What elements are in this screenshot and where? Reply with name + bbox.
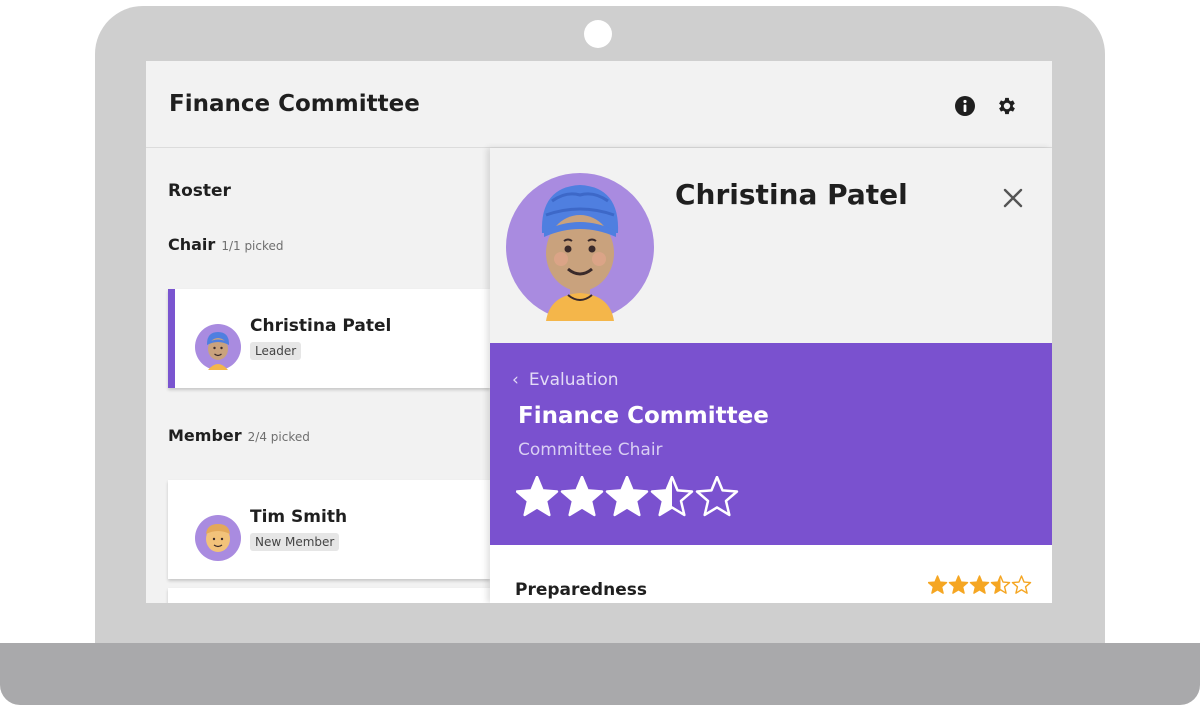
star-4[interactable] [650,476,694,517]
member-role-badge: New Member [250,533,340,551]
group-name: Member [168,426,242,445]
member-card-christina-patel[interactable]: Christina Patel Leader [168,289,490,388]
member-role-badge: Leader [250,342,302,360]
star-1[interactable] [516,476,559,517]
evaluation-header: ‹ Evaluation Finance Committee Committee … [490,343,1052,545]
star-2[interactable] [560,476,604,517]
member-detail-panel: Christina Patel ‹ Evaluation Finance Comm… [490,148,1052,603]
star-4[interactable] [990,575,1011,594]
criterion-label: Preparedness [515,580,647,600]
profile-avatar [506,173,654,321]
criterion-star-rating[interactable] [928,575,1032,597]
member-card-tim-smith[interactable]: Tim Smith New Member [168,480,490,579]
info-icon[interactable] [954,95,976,117]
page-title: Finance Committee [169,91,420,117]
star-2[interactable] [948,575,969,594]
back-label: Evaluation [528,370,619,390]
close-icon[interactable] [1000,185,1026,211]
group-label-member: Member 2/4 picked [168,426,310,445]
roster-panel: Roster Chair 1/1 picked Christina Patel L… [146,148,490,603]
star-3[interactable] [605,476,649,517]
group-label-chair: Chair 1/1 picked [168,235,284,254]
profile-name: Christina Patel [675,178,908,211]
gear-icon[interactable] [996,95,1018,117]
member-name: Tim Smith [250,507,348,527]
webcam [584,20,612,48]
evaluation-committee: Finance Committee [518,403,769,429]
group-name: Chair [168,235,216,254]
back-to-evaluation-link[interactable]: ‹ Evaluation [512,370,619,390]
member-card-partial[interactable] [168,588,490,603]
app-screen: Finance Committee Roster Chair 1/1 picked [146,61,1052,603]
group-pick-count: 2/4 picked [247,430,310,444]
overall-star-rating[interactable] [516,476,746,522]
profile-header: Christina Patel [490,148,1052,343]
star-5[interactable] [695,476,739,517]
member-name: Christina Patel [250,316,392,336]
avatar [195,515,241,561]
evaluation-role: Committee Chair [518,440,663,460]
star-3[interactable] [969,575,990,594]
chevron-left-icon: ‹ [512,370,519,390]
star-5[interactable] [1011,575,1032,594]
laptop-base [0,643,1200,705]
avatar [195,324,241,370]
group-pick-count: 1/1 picked [221,239,284,253]
star-1[interactable] [928,575,948,594]
criterion-row-preparedness: Preparedness [490,545,1052,603]
app-header: Finance Committee [146,61,1052,148]
roster-heading: Roster [168,181,231,201]
